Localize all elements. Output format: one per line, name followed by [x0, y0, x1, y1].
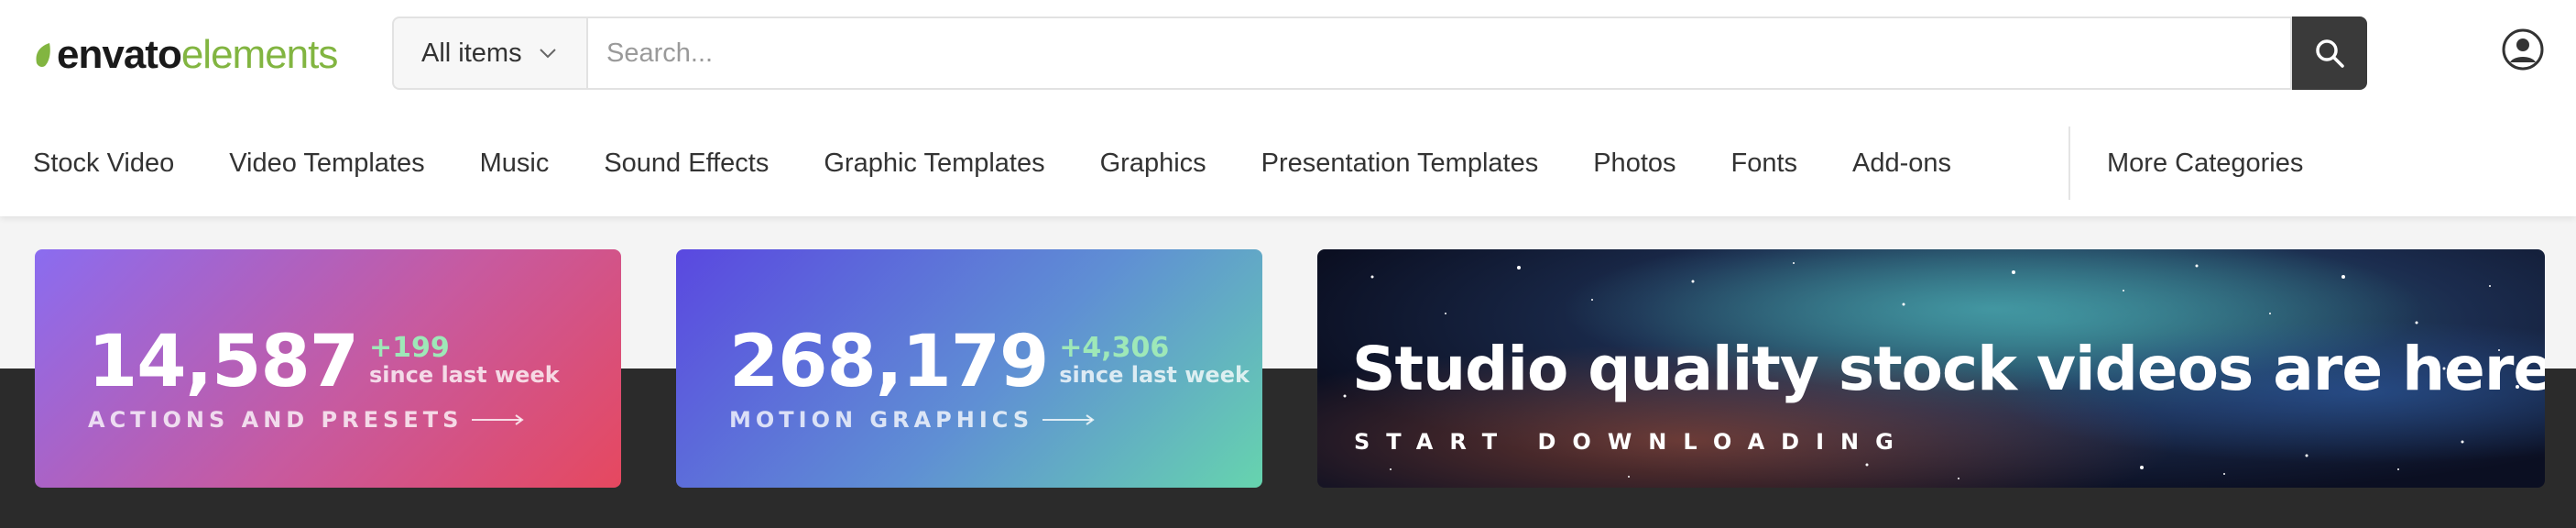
arrow-right-icon	[1042, 414, 1095, 425]
stat-number: 268,179	[729, 321, 1049, 403]
nav-item-add-ons[interactable]: Add-ons	[1852, 148, 1951, 179]
envato-elements-logo[interactable]: envato elements	[33, 32, 339, 77]
stat-card-actions-presets[interactable]: 14,587 +199 since last week ACTIONS AND …	[35, 249, 621, 488]
stat-number-group: 14,587 +199 since last week	[88, 326, 560, 398]
nav-item-graphics[interactable]: Graphics	[1100, 148, 1206, 179]
search-category-label: All items	[421, 38, 522, 68]
search-icon	[2316, 39, 2344, 68]
category-nav: Stock Video Video Templates Music Sound …	[0, 128, 1973, 198]
nav-item-sound-effects[interactable]: Sound Effects	[604, 148, 769, 179]
search-bar: All items	[392, 16, 2367, 90]
nav-item-photos[interactable]: Photos	[1593, 148, 1675, 179]
logo-text-envato: envato	[57, 32, 182, 77]
stat-number-group: 268,179 +4,306 since last week	[729, 326, 1250, 398]
arrow-right-icon	[472, 414, 525, 425]
nav-item-stock-video[interactable]: Stock Video	[33, 148, 174, 179]
promo-cta-link[interactable]: START DOWNLOADING	[1354, 429, 1910, 455]
promo-title: Studio quality stock videos are here	[1352, 334, 2545, 404]
nav-item-graphic-templates[interactable]: Graphic Templates	[824, 148, 1044, 179]
search-category-dropdown[interactable]: All items	[392, 16, 586, 90]
nav-item-fonts[interactable]: Fonts	[1731, 148, 1798, 179]
stat-number: 14,587	[88, 321, 359, 403]
logo-text-elements: elements	[180, 32, 339, 77]
user-account-icon[interactable]	[2501, 28, 2545, 72]
search-button[interactable]	[2292, 16, 2367, 90]
stat-delta-since: since last week	[369, 362, 560, 389]
nav-item-music[interactable]: Music	[480, 148, 550, 179]
stat-delta: +199 since last week	[369, 335, 560, 389]
search-input[interactable]	[586, 16, 2292, 90]
nav-divider	[2068, 126, 2070, 200]
nav-item-video-templates[interactable]: Video Templates	[229, 148, 424, 179]
site-header: envato elements All items Search... Stoc…	[0, 0, 2576, 216]
stat-card-motion-graphics[interactable]: 268,179 +4,306 since last week MOTION GR…	[676, 249, 1262, 488]
page: envato elements All items Search... Stoc…	[0, 0, 2576, 528]
stat-delta-since: since last week	[1059, 362, 1250, 389]
promo-banner-stock-videos[interactable]: Studio quality stock videos are here STA…	[1317, 249, 2545, 488]
stat-delta-value: +199	[369, 332, 450, 365]
nav-item-presentation-templates[interactable]: Presentation Templates	[1261, 148, 1539, 179]
stat-delta: +4,306 since last week	[1059, 335, 1250, 389]
nav-item-more-categories[interactable]: More Categories	[2107, 128, 2303, 198]
stat-delta-value: +4,306	[1059, 332, 1170, 365]
stat-card-label-text: ACTIONS AND PRESETS	[88, 407, 464, 433]
stat-card-label-text: MOTION GRAPHICS	[729, 407, 1034, 433]
stat-card-label: ACTIONS AND PRESETS	[88, 407, 525, 433]
stat-card-label: MOTION GRAPHICS	[729, 407, 1096, 433]
chevron-down-icon	[539, 49, 556, 59]
leaf-icon	[36, 43, 50, 67]
